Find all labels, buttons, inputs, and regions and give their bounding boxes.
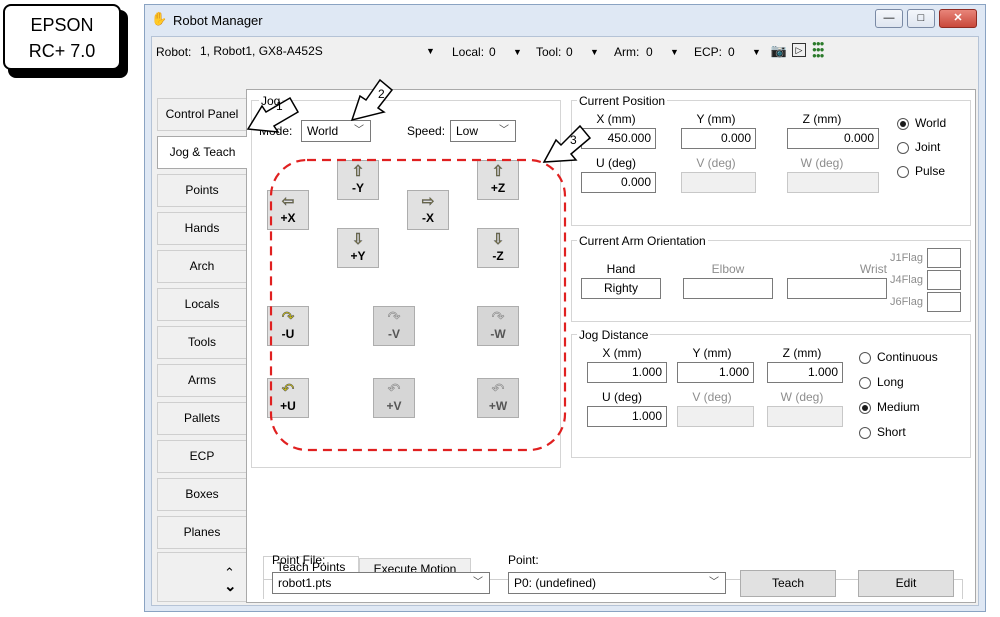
callout-1-number: 1 <box>276 99 283 113</box>
callout-1-arrow <box>246 96 300 133</box>
tab-jog-teach[interactable]: Jog & Teach <box>157 136 247 169</box>
callout-2-number: 2 <box>378 87 385 101</box>
callout-layer <box>246 78 592 163</box>
callout-2-arrow <box>350 78 394 122</box>
callout-3-number: 3 <box>570 133 577 147</box>
callout-3-arrow <box>542 124 592 163</box>
